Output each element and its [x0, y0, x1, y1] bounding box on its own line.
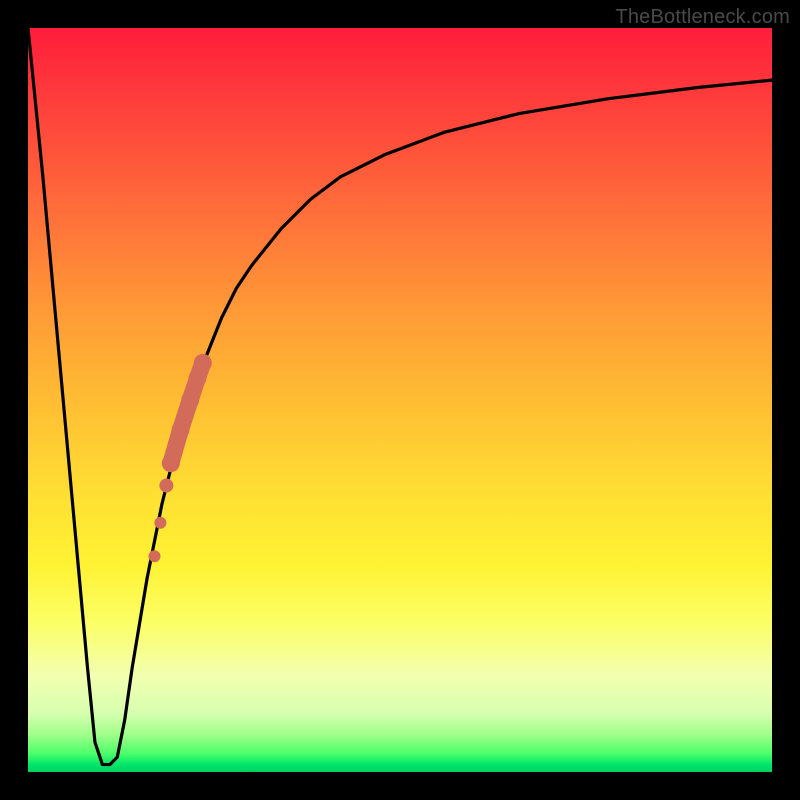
marker-dot — [189, 369, 207, 387]
chart-container: TheBottleneck.com — [0, 0, 800, 800]
marker-dot — [181, 391, 199, 409]
plot-area — [28, 28, 772, 772]
bottleneck-curve-path — [28, 28, 772, 765]
marker-dot — [148, 550, 160, 562]
marker-dot — [162, 454, 180, 472]
watermark-text: TheBottleneck.com — [615, 6, 790, 29]
bottleneck-curve — [28, 28, 772, 765]
marker-dot — [159, 479, 173, 493]
curve-svg — [28, 28, 772, 772]
marker-dot — [154, 517, 166, 529]
marker-dot — [172, 421, 190, 439]
